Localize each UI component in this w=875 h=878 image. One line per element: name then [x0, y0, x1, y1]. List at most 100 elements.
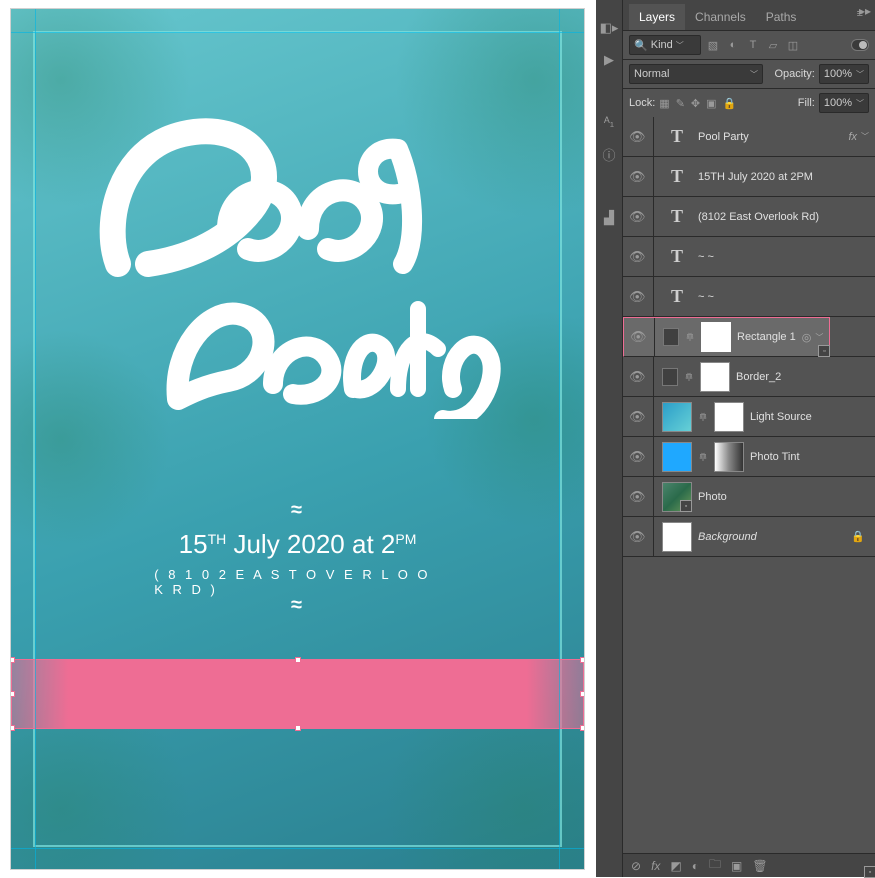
link-icon[interactable]: 𐄷 [698, 450, 708, 464]
mask-thumb [714, 402, 744, 432]
shape-thumb: ▫ [663, 328, 679, 346]
poster-wave-top: ≈ [291, 499, 304, 522]
opacity-label: Opacity: [775, 68, 815, 80]
type-thumb-icon: T [662, 122, 692, 152]
tab-paths[interactable]: Paths [756, 4, 807, 30]
link-icon[interactable]: 𐄷 [698, 410, 708, 424]
poster-address: ( 8 1 0 2 E A S T O V E R L O O K R D ) [154, 567, 441, 597]
visibility-icon[interactable]: 👁 [629, 209, 645, 225]
photoshop-workspace: ≈ 15TH July 2020 at 2PM ( 8 1 0 2 E A S … [0, 0, 875, 877]
visibility-icon[interactable]: 👁 [629, 409, 645, 425]
link-icon[interactable]: 𐄷 [684, 370, 694, 384]
lock-row: Lock: ▦ ✎ ✥ ▣ 🔒 Fill: 100%﹀ [623, 88, 875, 117]
guide-v-right[interactable] [559, 9, 560, 869]
visibility-icon[interactable]: 👁 [629, 489, 645, 505]
type-thumb-icon: T [662, 162, 692, 192]
fill-input[interactable]: 100%﹀ [819, 93, 869, 113]
layer-row-wave1[interactable]: 👁 T ~ ~ [623, 237, 875, 277]
poster-title [78, 89, 518, 419]
layers-filter-row: 🔍 Kind﹀ ▧ ◐ T ▱ ◫ [623, 30, 875, 59]
link-icon[interactable]: 𐄷 [685, 330, 695, 344]
visibility-icon[interactable]: 👁 [629, 289, 645, 305]
type-thumb-icon: T [662, 242, 692, 272]
guide-h-top[interactable] [11, 32, 584, 33]
add-mask-icon[interactable]: ◩ [670, 859, 681, 873]
lock-transparency-icon[interactable]: ▦ [659, 97, 669, 110]
layer-thumb: ▫ [662, 442, 692, 472]
guide-v-left[interactable] [35, 9, 36, 869]
lock-artboard-icon[interactable]: ▣ [706, 97, 716, 110]
layer-list: 👁 T Pool Party fx﹀ 👁 T 15TH July 2020 at… [623, 117, 875, 853]
fx-badge[interactable]: fx﹀ [848, 131, 869, 143]
visibility-icon[interactable]: 👁 [630, 329, 646, 345]
tab-layers[interactable]: Layers [629, 4, 685, 30]
panels-dock: ▸▸ ◧▸ ▶ ᴬ₁ ⓘ ▟ Layers Channels Paths ≡ 🔍… [596, 0, 875, 877]
visibility-icon[interactable]: 👁 [629, 249, 645, 265]
panel-icon-play[interactable]: ▶ [604, 52, 614, 68]
lock-brush-icon[interactable]: ✎ [676, 97, 685, 110]
filter-type-icon[interactable]: T [745, 39, 761, 51]
collapse-dock-icon[interactable]: ▸▸ [859, 4, 871, 18]
fill-label: Fill: [798, 97, 815, 109]
design-artwork: ≈ 15TH July 2020 at 2PM ( 8 1 0 2 E A S … [11, 9, 584, 869]
filter-toggle-switch[interactable] [851, 39, 869, 51]
filter-indicator-icon[interactable]: ◎﹀ [802, 331, 824, 344]
transform-bounds[interactable] [11, 659, 584, 729]
filter-adjust-icon[interactable]: ◐ [725, 39, 741, 51]
layer-row-pool-party[interactable]: 👁 T Pool Party fx﹀ [623, 117, 875, 157]
filter-smart-icon[interactable]: ◫ [785, 39, 801, 52]
shape-thumb: ▫ [662, 368, 678, 386]
layer-thumb: ▫ [662, 402, 692, 432]
visibility-icon[interactable]: 👁 [629, 129, 645, 145]
document-canvas[interactable]: ≈ 15TH July 2020 at 2PM ( 8 1 0 2 E A S … [10, 8, 585, 870]
lock-position-icon[interactable]: ✥ [691, 97, 700, 110]
layer-row-light-source[interactable]: 👁 ▫ 𐄷 Light Source [623, 397, 875, 437]
group-icon[interactable]: 🗀 [709, 855, 721, 876]
layer-row-photo[interactable]: 👁 ▫ Photo [623, 477, 875, 517]
filter-shape-icon[interactable]: ▱ [765, 39, 781, 52]
layer-thumb [662, 522, 692, 552]
visibility-icon[interactable]: 👁 [629, 369, 645, 385]
poster-wave-bottom: ≈ [291, 594, 304, 617]
poster-date: 15TH July 2020 at 2PM [179, 529, 417, 560]
fill-adjust-icon[interactable]: ◐ [692, 859, 699, 873]
visibility-icon[interactable]: 👁 [629, 169, 645, 185]
layer-row-background[interactable]: 👁 Background 🔒 [623, 517, 875, 557]
layer-row-wave2[interactable]: 👁 T ~ ~ [623, 277, 875, 317]
mask-thumb [700, 362, 730, 392]
visibility-icon[interactable]: 👁 [629, 529, 645, 545]
layer-row-photo-tint[interactable]: 👁 ▫ 𐄷 Photo Tint [623, 437, 875, 477]
layer-row-address[interactable]: 👁 T (8102 East Overlook Rd) [623, 197, 875, 237]
blend-mode-dropdown[interactable]: Normal﹀ [629, 64, 763, 84]
panel-icon-info[interactable]: ⓘ [602, 145, 615, 164]
layers-footer: ⊘ fx ◩ ◐ 🗀 ▣ 🗑 [623, 853, 875, 877]
layer-thumb: ▫ [662, 482, 692, 512]
type-thumb-icon: T [662, 202, 692, 232]
guide-h-bottom[interactable] [11, 848, 584, 849]
panel-icon-a[interactable]: ◧▸ [600, 20, 619, 36]
type-thumb-icon: T [662, 282, 692, 312]
lock-icon: 🔒 [851, 530, 865, 543]
layer-row-date[interactable]: 👁 T 15TH July 2020 at 2PM [623, 157, 875, 197]
panel-icon-clone[interactable]: ▟ [604, 210, 614, 226]
lock-all-icon[interactable]: 🔒 [723, 97, 737, 110]
filter-kind-dropdown[interactable]: 🔍 Kind﹀ [629, 35, 701, 55]
layers-panel: Layers Channels Paths ≡ 🔍 Kind﹀ ▧ ◐ T ▱ … [623, 0, 875, 877]
layer-row-border2[interactable]: 👁 ▫ 𐄷 Border_2 [623, 357, 875, 397]
mask-thumb [701, 322, 731, 352]
filter-pixel-icon[interactable]: ▧ [705, 39, 721, 52]
new-layer-icon[interactable]: ▣ [731, 859, 742, 873]
blend-row: Normal﹀ Opacity: 100%﹀ [623, 59, 875, 88]
visibility-icon[interactable]: 👁 [629, 449, 645, 465]
layer-style-icon[interactable]: fx [651, 859, 660, 873]
panel-icon-glyphs[interactable]: ᴬ₁ [604, 114, 614, 129]
opacity-input[interactable]: 100%﹀ [819, 64, 869, 84]
lock-label: Lock: [629, 97, 655, 109]
layer-row-rectangle1[interactable]: 👁 ▫ 𐄷 Rectangle 1 ◎﹀ [623, 317, 830, 357]
tab-channels[interactable]: Channels [685, 4, 756, 30]
delete-layer-icon[interactable]: 🗑 [752, 859, 767, 873]
collapsed-panel-strip: ◧▸ ▶ ᴬ₁ ⓘ ▟ [596, 0, 623, 877]
mask-thumb [714, 442, 744, 472]
canvas-area[interactable]: ≈ 15TH July 2020 at 2PM ( 8 1 0 2 E A S … [0, 0, 596, 877]
link-layers-icon[interactable]: ⊘ [631, 859, 641, 873]
